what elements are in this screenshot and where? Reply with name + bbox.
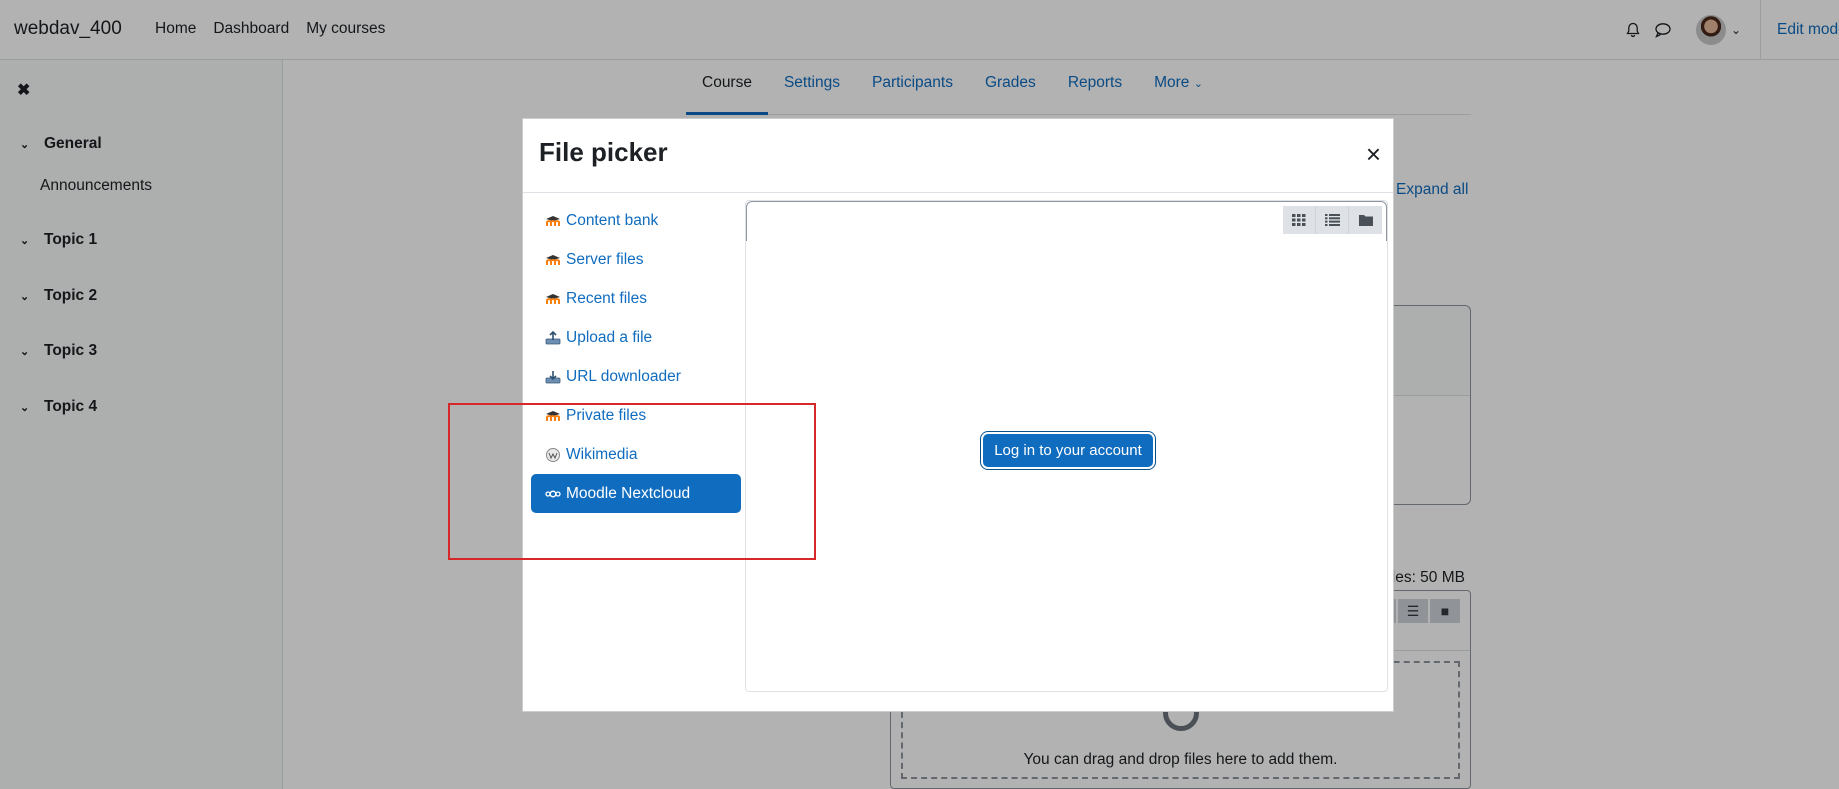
moodle-icon xyxy=(544,213,562,229)
repo-url-downloader[interactable]: URL downloader xyxy=(531,357,741,396)
moodle-icon xyxy=(544,252,562,268)
repo-content-bank[interactable]: Content bank xyxy=(531,201,741,240)
repo-label: Recent files xyxy=(566,289,647,307)
repo-label: Upload a file xyxy=(566,328,653,346)
repo-label: URL downloader xyxy=(566,367,681,385)
repo-moodle-nextcloud[interactable]: Moodle Nextcloud xyxy=(531,474,741,513)
repo-server-files[interactable]: Server files xyxy=(531,240,741,279)
repo-upload-a-file[interactable]: Upload a file xyxy=(531,318,741,357)
repo-label: Private files xyxy=(566,406,647,424)
repository-list: Content bank Server files Recent files U… xyxy=(531,201,741,513)
repo-label: Content bank xyxy=(566,211,659,229)
moodle-icon xyxy=(544,408,562,424)
repo-label: Server files xyxy=(566,250,644,268)
wikimedia-icon xyxy=(544,447,562,463)
folder-view-icon[interactable] xyxy=(1349,206,1382,234)
view-switcher xyxy=(1283,206,1382,234)
grid-view-icon[interactable] xyxy=(1283,206,1316,234)
nextcloud-icon xyxy=(544,486,562,502)
repo-label: Wikimedia xyxy=(566,445,638,463)
list-view-icon[interactable] xyxy=(1316,206,1349,234)
close-button[interactable]: × xyxy=(1366,141,1381,167)
repository-content-panel: Log in to your account xyxy=(745,200,1388,692)
repo-recent-files[interactable]: Recent files xyxy=(531,279,741,318)
dialog-header: File picker × xyxy=(523,119,1393,193)
upload-icon xyxy=(544,330,562,346)
url-downloader-icon xyxy=(544,369,562,385)
repo-private-files[interactable]: Private files xyxy=(531,396,741,435)
file-picker-dialog: File picker × Content bank Server files … xyxy=(522,118,1394,712)
moodle-icon xyxy=(544,291,562,307)
repo-label: Moodle Nextcloud xyxy=(566,484,691,502)
login-button[interactable]: Log in to your account xyxy=(983,434,1153,467)
dialog-title: File picker xyxy=(539,137,668,167)
content-toolbar xyxy=(746,201,1387,241)
repo-wikimedia[interactable]: Wikimedia xyxy=(531,435,741,474)
